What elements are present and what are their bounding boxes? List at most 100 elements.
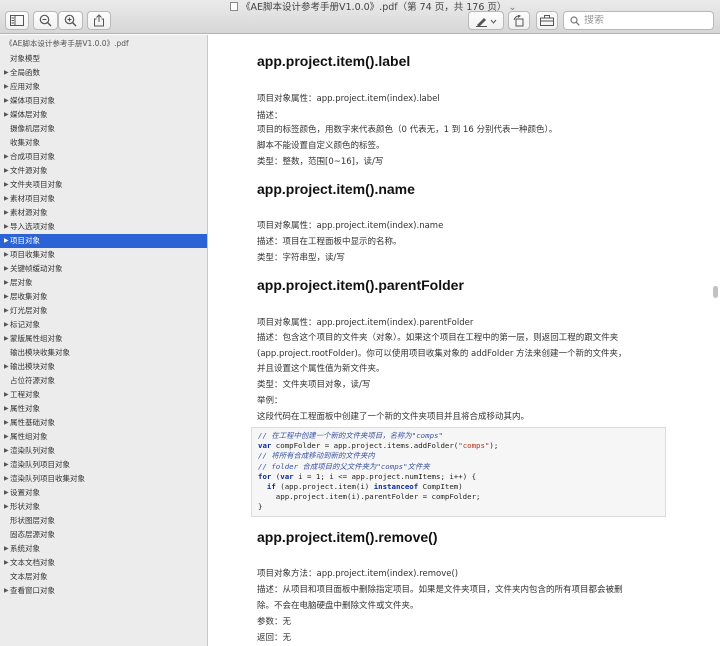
search-input[interactable] [584,15,704,26]
vertical-scrollbar-thumb[interactable] [713,286,718,298]
search-field[interactable] [563,11,714,30]
sidebar-outline-item[interactable]: ▶ 输出模块对象 [0,360,207,374]
zoom-in-button[interactable] [58,11,83,30]
sidebar-outline-item[interactable]: 形状图层对象 [0,514,207,528]
sidebar-outline-item[interactable]: ▶ 蒙版属性组对象 [0,332,207,346]
sidebar-outline-item[interactable]: ▶ 灯光层对象 [0,304,207,318]
disclosure-triangle-icon[interactable]: ▶ [4,500,9,514]
disclosure-triangle-icon[interactable]: ▶ [4,290,9,304]
disclosure-triangle-icon[interactable]: ▶ [4,402,9,416]
zoom-in-icon [64,14,77,27]
sidebar-outline-item[interactable]: ▶ 关键帧缓动对象 [0,262,207,276]
body-text-line: 除。不会在电脑硬盘中删除文件或文件夹。 [257,601,419,611]
sidebar-outline-label: 文件夹项目对象 [10,180,63,189]
sidebar-outline-item[interactable]: ▶ 素材项目对象 [0,192,207,206]
disclosure-triangle-icon[interactable]: ▶ [4,150,9,164]
rotate-button[interactable] [508,11,530,30]
sidebar-icon [10,15,24,26]
sidebar-outline-item[interactable]: ▶ 项目对象 [0,234,207,248]
sidebar-outline-item[interactable]: ▶ 层对象 [0,276,207,290]
disclosure-triangle-icon[interactable]: ▶ [4,430,9,444]
disclosure-triangle-icon[interactable]: ▶ [4,192,9,206]
disclosure-triangle-icon[interactable]: ▶ [4,206,9,220]
toolbox-button[interactable] [536,11,558,30]
sidebar-outline-item[interactable]: ▶ 媒体项目对象 [0,94,207,108]
sidebar-outline-item[interactable]: ▶ 文件源对象 [0,164,207,178]
sidebar-outline-item[interactable]: ▶ 项目收集对象 [0,248,207,262]
pdf-document-icon [230,2,238,11]
disclosure-triangle-icon[interactable]: ▶ [4,304,9,318]
body-text-line: 描述：包含这个项目的文件夹（对象）。如果这个项目在工程中的第一层，则返回工程的跟… [257,333,619,343]
sidebar-toggle-button[interactable] [5,11,29,30]
disclosure-triangle-icon[interactable]: ▶ [4,444,9,458]
sidebar-outline-item[interactable]: ▶ 设置对象 [0,486,207,500]
sidebar-outline-item[interactable]: ▶ 导入选项对象 [0,220,207,234]
body-text-line: 参数：无 [257,617,292,627]
sidebar-outline-item[interactable]: ▶ 工程对象 [0,388,207,402]
window-toolbar: 《AE脚本设计参考手册V1.0.0》.pdf（第 74 页，共 176 页） ⌄ [0,0,720,34]
disclosure-triangle-icon[interactable]: ▶ [4,108,9,122]
sidebar-outline-label: 渲染队列项目对象 [10,460,70,469]
outline-document-title[interactable]: 《AE脚本设计参考手册V1.0.0》.pdf [5,38,129,49]
disclosure-triangle-icon[interactable]: ▶ [4,472,9,486]
sidebar-outline-item[interactable]: ▶ 标记对象 [0,318,207,332]
sidebar-outline-item[interactable]: 摄像机层对象 [0,122,207,136]
disclosure-triangle-icon[interactable]: ▶ [4,94,9,108]
sidebar-outline-item[interactable]: ▶ 文件夹项目对象 [0,178,207,192]
disclosure-triangle-icon[interactable]: ▶ [4,220,9,234]
disclosure-triangle-icon[interactable]: ▶ [4,80,9,94]
disclosure-triangle-icon[interactable]: ▶ [4,178,9,192]
sidebar-outline-item[interactable]: ▶ 查看窗口对象 [0,584,207,598]
disclosure-triangle-icon[interactable]: ▶ [4,556,9,570]
sidebar-outline-item[interactable]: ▶ 属性对象 [0,402,207,416]
disclosure-triangle-icon[interactable]: ▶ [4,164,9,178]
disclosure-triangle-icon[interactable]: ▶ [4,276,9,290]
sidebar-outline-item[interactable]: ▶ 渲染队列对象 [0,444,207,458]
disclosure-triangle-icon[interactable]: ▶ [4,486,9,500]
sidebar-outline-item[interactable]: ▶ 应用对象 [0,80,207,94]
sidebar-outline-item[interactable]: ▶ 文本文档对象 [0,556,207,570]
sidebar-outline-item[interactable]: ▶ 属性组对象 [0,430,207,444]
sidebar-outline-item[interactable]: 对象模型 [0,52,207,66]
sidebar-outline-label: 固态层源对象 [10,530,55,539]
sidebar-outline-label: 查看窗口对象 [10,586,55,595]
disclosure-triangle-icon[interactable]: ▶ [4,66,9,80]
body-text-line: 描述：项目在工程面板中显示的名称。 [257,237,402,247]
sidebar-outline-item[interactable]: ▶ 渲染队列项目收集对象 [0,472,207,486]
sidebar-outline-item[interactable]: ▶ 渲染队列项目对象 [0,458,207,472]
sidebar-outline-item[interactable]: 固态层源对象 [0,528,207,542]
sidebar-outline-label: 文本层对象 [10,572,48,581]
share-button[interactable] [87,11,111,30]
sidebar-outline-item[interactable]: ▶ 系统对象 [0,542,207,556]
sidebar-outline-label: 层收集对象 [10,292,48,301]
sidebar-outline-item[interactable]: 占位符源对象 [0,374,207,388]
disclosure-triangle-icon[interactable]: ▶ [4,360,9,374]
sidebar-outline-label: 媒体层对象 [10,110,48,119]
sidebar-outline-item[interactable]: ▶ 属性基础对象 [0,416,207,430]
disclosure-triangle-icon[interactable]: ▶ [4,542,9,556]
sidebar-outline-item[interactable]: 收集对象 [0,136,207,150]
disclosure-triangle-icon[interactable]: ▶ [4,388,9,402]
disclosure-triangle-icon[interactable]: ▶ [4,584,9,598]
disclosure-triangle-icon[interactable]: ▶ [4,318,9,332]
sidebar-outline-item[interactable]: 输出模块收集对象 [0,346,207,360]
sidebar-outline-item[interactable]: 文本层对象 [0,570,207,584]
body-text-line: 类型：文件夹项目对象，读/写 [257,380,371,390]
zoom-out-button[interactable] [33,11,58,30]
sidebar-outline-item[interactable]: ▶ 全局函数 [0,66,207,80]
body-text-line: 类型：整数，范围[0~16]，读/写 [257,157,384,167]
sidebar-outline-item[interactable]: ▶ 合成项目对象 [0,150,207,164]
sidebar-outline-item[interactable]: ▶ 层收集对象 [0,290,207,304]
code-example-block: // 在工程中创建一个新的文件夹项目，名称为"comps" var compFo… [251,427,666,517]
disclosure-triangle-icon[interactable]: ▶ [4,416,9,430]
disclosure-triangle-icon[interactable]: ▶ [4,458,9,472]
sidebar-outline-item[interactable]: ▶ 形状对象 [0,500,207,514]
sidebar-outline-item[interactable]: ▶ 媒体层对象 [0,108,207,122]
disclosure-triangle-icon[interactable]: ▶ [4,234,9,248]
disclosure-triangle-icon[interactable]: ▶ [4,248,9,262]
disclosure-triangle-icon[interactable]: ▶ [4,332,9,346]
body-text-line: 返回：无 [257,633,292,643]
disclosure-triangle-icon[interactable]: ▶ [4,262,9,276]
sidebar-outline-item[interactable]: ▶ 素材源对象 [0,206,207,220]
markup-button[interactable] [468,11,504,30]
